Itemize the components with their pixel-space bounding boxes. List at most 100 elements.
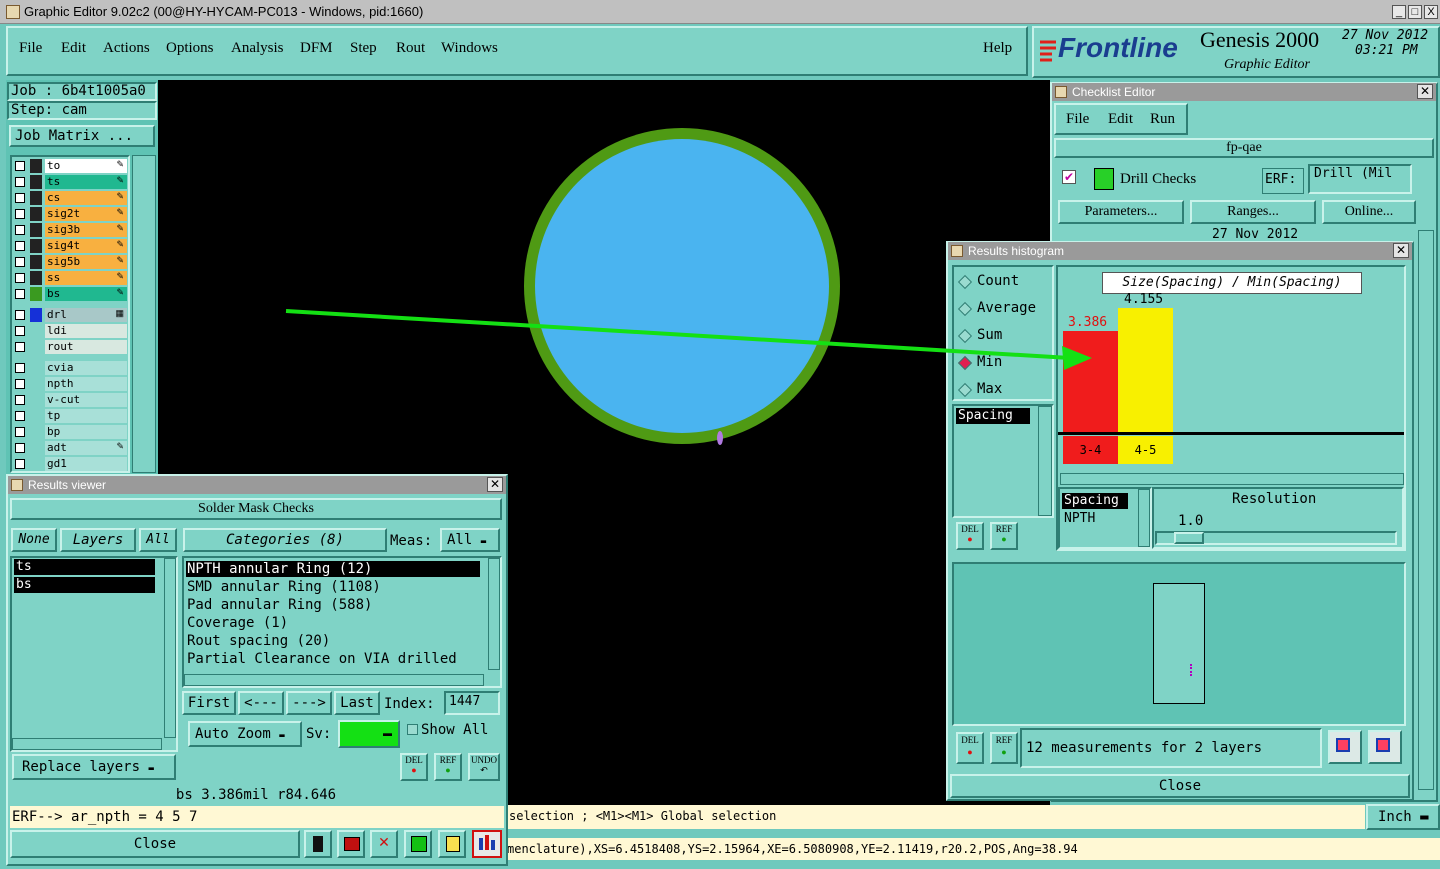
histogram-ref-button[interactable]: REF ● (990, 522, 1018, 550)
online-button[interactable]: Online... (1322, 200, 1416, 224)
checklist-menu-file[interactable]: File (1066, 111, 1089, 128)
layer-row-sig5b[interactable]: sig5b ✎ (12, 255, 128, 269)
erf-field[interactable]: Drill (Mil (1308, 164, 1412, 194)
layers-all-button[interactable]: All (139, 528, 177, 552)
layer-row-ts[interactable]: ts ✎ (12, 175, 128, 189)
layer-row-ldi[interactable]: ldi (12, 324, 128, 338)
menu-rout[interactable]: Rout (396, 40, 425, 57)
measure-list-item[interactable]: Spacing (956, 408, 1030, 424)
layer-results-hscroll[interactable] (12, 738, 162, 750)
layer-checkbox[interactable] (15, 411, 25, 421)
result-layer-bs[interactable]: bs (14, 577, 155, 593)
prev-button[interactable]: <--- (238, 691, 284, 715)
close-icon[interactable]: ✕ (1417, 84, 1433, 99)
preview-ref-button[interactable]: REF ● (990, 732, 1018, 764)
option-count[interactable]: Count (977, 273, 1019, 289)
layer-checkbox[interactable] (15, 161, 25, 171)
category-vscroll[interactable] (488, 558, 500, 670)
category-hscroll[interactable] (184, 674, 484, 686)
option-max[interactable]: Max (977, 381, 1002, 397)
category-item-rout[interactable]: Rout spacing (20) (187, 633, 330, 649)
layer-row-rout[interactable]: rout (12, 340, 128, 354)
viewer-undo-button[interactable]: UNDO ↶ (468, 753, 500, 781)
units-selector[interactable]: Inch ▬ (1366, 804, 1440, 830)
auto-zoom-selector[interactable]: Auto Zoom ▬ (188, 721, 302, 747)
layer-checkbox[interactable] (15, 427, 25, 437)
maximize-button[interactable]: □ (1408, 5, 1422, 19)
index-input[interactable]: 1447 (444, 691, 500, 715)
layer-checkbox[interactable] (15, 459, 25, 469)
preview-del-button[interactable]: DEL ● (956, 732, 984, 764)
checklist-scrollbar[interactable] (1418, 230, 1434, 790)
checklist-menu-edit[interactable]: Edit (1108, 111, 1133, 128)
replace-layers-selector[interactable]: Replace layers ▬ (12, 754, 176, 780)
toolbar-ruler-icon[interactable] (304, 830, 332, 858)
close-icon[interactable]: ✕ (1393, 243, 1409, 258)
menu-windows[interactable]: Windows (441, 40, 498, 57)
checklist-active-checkmark-icon[interactable]: ✔ (1062, 170, 1076, 184)
minimize-button[interactable]: _ (1392, 5, 1406, 19)
layer-checkbox[interactable] (15, 326, 25, 336)
spacing-table-scrollbar[interactable] (1138, 489, 1150, 547)
layer-checkbox[interactable] (15, 310, 25, 320)
category-item-smd[interactable]: SMD annular Ring (1108) (187, 579, 381, 595)
layer-checkbox[interactable] (15, 395, 25, 405)
last-button[interactable]: Last (334, 691, 380, 715)
layer-row-v-cut[interactable]: v-cut (12, 393, 128, 407)
layer-row-bs[interactable]: bs ✎ (12, 287, 128, 301)
layer-list-scrollbar[interactable] (132, 155, 156, 473)
menu-edit[interactable]: Edit (61, 40, 86, 57)
option-sum[interactable]: Sum (977, 327, 1002, 343)
layer-row-cvia[interactable]: cvia (12, 361, 128, 375)
viewer-ref-button[interactable]: REF ● (434, 753, 462, 781)
toolbar-layer-icon[interactable] (404, 830, 432, 858)
category-item-pad[interactable]: Pad annular Ring (588) (187, 597, 372, 613)
menu-analysis[interactable]: Analysis (231, 40, 284, 57)
results-viewer-close-button[interactable]: Close (10, 830, 300, 858)
checklist-menu-run[interactable]: Run (1150, 111, 1175, 128)
job-matrix-button[interactable]: Job Matrix ... (9, 125, 155, 147)
layer-row-gd1[interactable]: gd1 (12, 457, 128, 471)
layer-checkbox[interactable] (15, 273, 25, 283)
viewer-del-button[interactable]: DEL ● (400, 753, 428, 781)
menu-file[interactable]: File (19, 40, 42, 57)
layer-checkbox[interactable] (15, 342, 25, 352)
histogram-close-button[interactable]: Close (950, 774, 1410, 798)
next-button[interactable]: ---> (286, 691, 332, 715)
toolbar-report-icon[interactable] (337, 830, 365, 858)
measure-list-scrollbar[interactable] (1038, 406, 1052, 516)
menu-options[interactable]: Options (166, 40, 214, 57)
result-layer-ts[interactable]: ts (14, 559, 155, 575)
ranges-button[interactable]: Ranges... (1190, 200, 1316, 224)
layer-row-sig2t[interactable]: sig2t ✎ (12, 207, 128, 221)
category-item-coverage[interactable]: Coverage (1) (187, 615, 288, 631)
close-icon[interactable]: ✕ (487, 477, 503, 492)
layer-checkbox[interactable] (15, 177, 25, 187)
layer-row-npth[interactable]: npth (12, 377, 128, 391)
parameters-button[interactable]: Parameters... (1058, 200, 1184, 224)
menu-help[interactable]: Help (983, 40, 1012, 57)
layer-row-to[interactable]: to ✎ (12, 159, 128, 173)
category-item-npth[interactable]: NPTH annular Ring (12) (186, 561, 480, 577)
layer-row-bp[interactable]: bp (12, 425, 128, 439)
menu-dfm[interactable]: DFM (300, 40, 333, 57)
close-window-button[interactable]: X (1424, 5, 1438, 19)
layer-checkbox[interactable] (15, 379, 25, 389)
meas-selector[interactable]: All ▬ (440, 528, 500, 552)
layer-checkbox[interactable] (15, 225, 25, 235)
layer-row-adt[interactable]: adt ✎ (12, 441, 128, 455)
layer-checkbox[interactable] (15, 289, 25, 299)
layer-row-drl[interactable]: drl ▦ (12, 308, 128, 322)
layer-row-tp[interactable]: tp (12, 409, 128, 423)
layer-row-ss[interactable]: ss ✎ (12, 271, 128, 285)
histogram-zoom-icon[interactable] (1368, 730, 1402, 764)
layer-row-cs[interactable]: cs ✎ (12, 191, 128, 205)
layer-checkbox[interactable] (15, 209, 25, 219)
menu-step[interactable]: Step (350, 40, 377, 57)
layer-results-vscroll[interactable] (164, 558, 176, 738)
bar-4-5[interactable] (1118, 308, 1173, 432)
layer-row-sig3b[interactable]: sig3b ✎ (12, 223, 128, 237)
bar-3-4[interactable] (1063, 331, 1118, 432)
category-item-partial[interactable]: Partial Clearance on VIA drilled (187, 651, 457, 667)
chart-hscrollbar[interactable] (1060, 473, 1404, 485)
